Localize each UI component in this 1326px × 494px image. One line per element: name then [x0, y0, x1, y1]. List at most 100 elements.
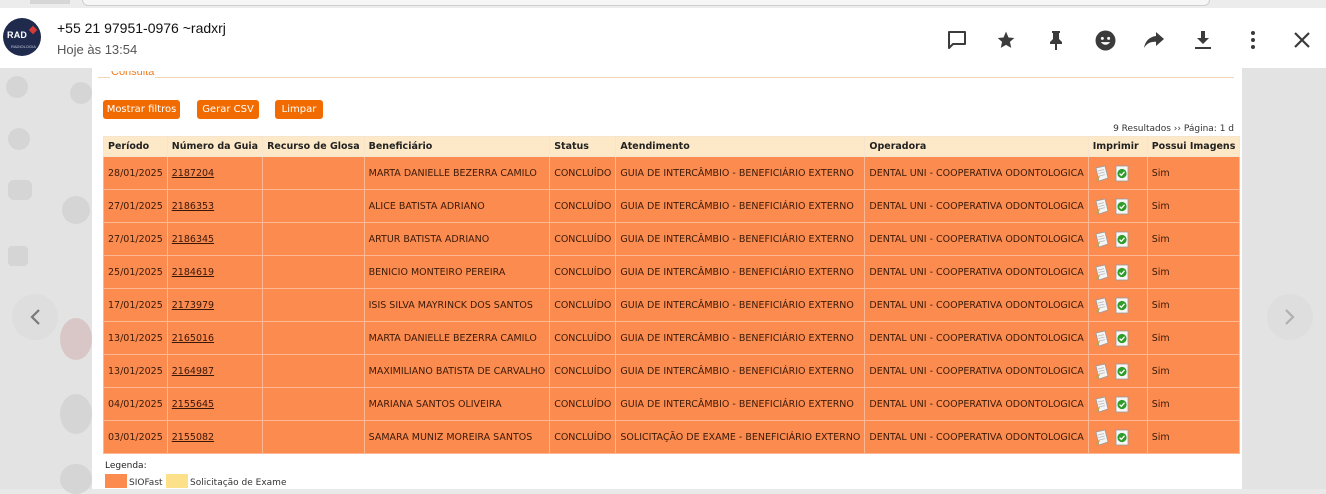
pin-icon[interactable] — [1044, 28, 1068, 52]
guia-link[interactable]: 2186345 — [172, 234, 214, 245]
download-icon[interactable] — [1191, 28, 1215, 52]
print-document-icon[interactable] — [1093, 330, 1109, 347]
cell-operadora: DENTAL UNI - COOPERATIVA ODONTOLOGICA — [864, 288, 1089, 322]
cell-recurso — [262, 354, 365, 388]
print-confirm-icon[interactable] — [1115, 429, 1129, 446]
next-media-button[interactable] — [1267, 294, 1313, 340]
column-header[interactable]: Operadora — [864, 136, 1089, 157]
column-header[interactable]: Beneficiário — [363, 136, 551, 157]
table-row[interactable]: 03/01/2025 2155082 SAMARA MUNIZ MOREIRA SA… — [103, 420, 1241, 454]
cell-guia[interactable]: 2184619 — [166, 255, 264, 289]
cell-atendimento: GUIA DE INTERCÂMBIO - BENEFICIÁRIO EXTER… — [615, 288, 866, 322]
cell-operadora: DENTAL UNI - COOPERATIVA ODONTOLOGICA — [864, 255, 1089, 289]
print-document-icon[interactable] — [1093, 264, 1109, 281]
table-row[interactable]: 13/01/2025 2165016 MARTA DANIELLE BEZERRA … — [103, 321, 1241, 355]
guia-link[interactable]: 2155645 — [172, 399, 214, 410]
legend-swatch-siofast — [105, 474, 127, 488]
generate-csv-button[interactable]: Gerar CSV — [197, 100, 259, 119]
fieldset-border — [98, 77, 1234, 78]
cell-guia[interactable]: 2165016 — [166, 321, 264, 355]
cell-imagens: Sim — [1146, 189, 1241, 223]
previous-media-button[interactable] — [12, 294, 58, 340]
browser-address-bar[interactable] — [82, 0, 1210, 6]
emoji-icon[interactable] — [1093, 28, 1117, 52]
print-document-icon[interactable] — [1093, 363, 1109, 380]
column-header[interactable]: Recurso de Glosa — [262, 136, 365, 157]
print-confirm-icon[interactable] — [1115, 264, 1129, 281]
print-confirm-icon[interactable] — [1115, 330, 1129, 347]
cell-beneficiario: BENICIO MONTEIRO PEREIRA — [363, 255, 551, 289]
column-header[interactable]: Imprimir — [1087, 136, 1148, 157]
print-confirm-icon[interactable] — [1115, 396, 1129, 413]
cell-beneficiario: SAMARA MUNIZ MOREIRA SANTOS — [363, 420, 551, 454]
cell-guia[interactable]: 2187204 — [166, 156, 264, 190]
cell-recurso — [262, 189, 365, 223]
print-confirm-icon[interactable] — [1115, 231, 1129, 248]
column-header[interactable]: Número da Guia — [166, 136, 264, 157]
print-document-icon[interactable] — [1093, 165, 1109, 182]
cell-guia[interactable]: 2186353 — [166, 189, 264, 223]
print-document-icon[interactable] — [1093, 231, 1109, 248]
avatar[interactable]: RAD RADIOLOGIA — [3, 18, 41, 56]
column-header[interactable]: Status — [549, 136, 617, 157]
background-community-icon — [8, 180, 32, 200]
cell-imagens: Sim — [1146, 222, 1241, 256]
cell-guia[interactable]: 2164987 — [166, 354, 264, 388]
print-confirm-icon[interactable] — [1115, 165, 1129, 182]
guia-link[interactable]: 2186353 — [172, 201, 214, 212]
print-document-icon[interactable] — [1093, 396, 1109, 413]
table-row[interactable]: 25/01/2025 2184619 BENICIO MONTEIRO PEREIR… — [103, 255, 1241, 289]
guia-link[interactable]: 2173979 — [172, 300, 214, 311]
cell-status: CONCLUÍDO — [549, 189, 617, 223]
cell-imagens: Sim — [1146, 420, 1241, 454]
more-icon[interactable] — [1241, 28, 1265, 52]
cell-guia[interactable]: 2173979 — [166, 288, 264, 322]
cell-status: CONCLUÍDO — [549, 288, 617, 322]
column-header[interactable]: Possui Imagens — [1146, 136, 1241, 157]
show-filters-button[interactable]: Mostrar filtros — [103, 100, 180, 119]
cell-atendimento: GUIA DE INTERCÂMBIO - BENEFICIÁRIO EXTER… — [615, 156, 866, 190]
cell-guia[interactable]: 2155645 — [166, 387, 264, 421]
forward-icon[interactable] — [1142, 28, 1166, 52]
clear-button[interactable]: Limpar — [275, 100, 323, 119]
guia-link[interactable]: 2164987 — [172, 366, 214, 377]
background-chat-avatar — [60, 464, 92, 494]
message-timestamp: Hoje às 13:54 — [57, 42, 138, 57]
table-row[interactable]: 27/01/2025 2186353 ALICE BATISTA ADRIANO CO… — [103, 189, 1241, 223]
results-pagination: 9 Resultados ›› Página: 1 d — [1113, 124, 1234, 134]
table-row[interactable]: 04/01/2025 2155645 MARIANA SANTOS OLIVEIRA… — [103, 387, 1241, 421]
guia-link[interactable]: 2187204 — [172, 168, 214, 179]
print-confirm-icon[interactable] — [1115, 198, 1129, 215]
reply-icon[interactable] — [945, 28, 969, 52]
cell-guia[interactable]: 2155082 — [166, 420, 264, 454]
guia-link[interactable]: 2184619 — [172, 267, 214, 278]
column-header[interactable]: Período — [103, 136, 168, 157]
background-chat-icon — [6, 76, 28, 98]
cell-periodo: 03/01/2025 — [103, 420, 168, 454]
print-confirm-icon[interactable] — [1115, 297, 1129, 314]
cell-guia[interactable]: 2186345 — [166, 222, 264, 256]
cell-status: CONCLUÍDO — [549, 255, 617, 289]
print-document-icon[interactable] — [1093, 297, 1109, 314]
guia-link[interactable]: 2165016 — [172, 333, 214, 344]
table-row[interactable]: 17/01/2025 2173979 ISIS SILVA MAYRINCK DOS… — [103, 288, 1241, 322]
cell-imagens: Sim — [1146, 156, 1241, 190]
print-document-icon[interactable] — [1093, 198, 1109, 215]
cell-beneficiario: MARTA DANIELLE BEZERRA CAMILO — [363, 321, 551, 355]
cell-imagens: Sim — [1146, 387, 1241, 421]
cell-periodo: 27/01/2025 — [103, 222, 168, 256]
table-row[interactable]: 28/01/2025 2187204 MARTA DANIELLE BEZERRA … — [103, 156, 1241, 190]
legend-label: Legenda: — [105, 461, 147, 471]
legend-swatch-solicitacao — [166, 474, 188, 488]
close-icon[interactable] — [1290, 28, 1314, 52]
browser-tab-stub — [30, 0, 70, 4]
table-row[interactable]: 13/01/2025 2164987 MAXIMILIANO BATISTA DE … — [103, 354, 1241, 388]
background-chat-avatar — [60, 318, 92, 360]
print-document-icon[interactable] — [1093, 429, 1109, 446]
star-icon[interactable] — [994, 28, 1018, 52]
table-row[interactable]: 27/01/2025 2186345 ARTUR BATISTA ADRIANO CO… — [103, 222, 1241, 256]
print-confirm-icon[interactable] — [1115, 363, 1129, 380]
guia-link[interactable]: 2155082 — [172, 432, 214, 443]
column-header[interactable]: Atendimento — [615, 136, 866, 157]
media-viewer-header: RAD RADIOLOGIA +55 21 97951-0976 ~radxrj… — [0, 8, 1326, 68]
